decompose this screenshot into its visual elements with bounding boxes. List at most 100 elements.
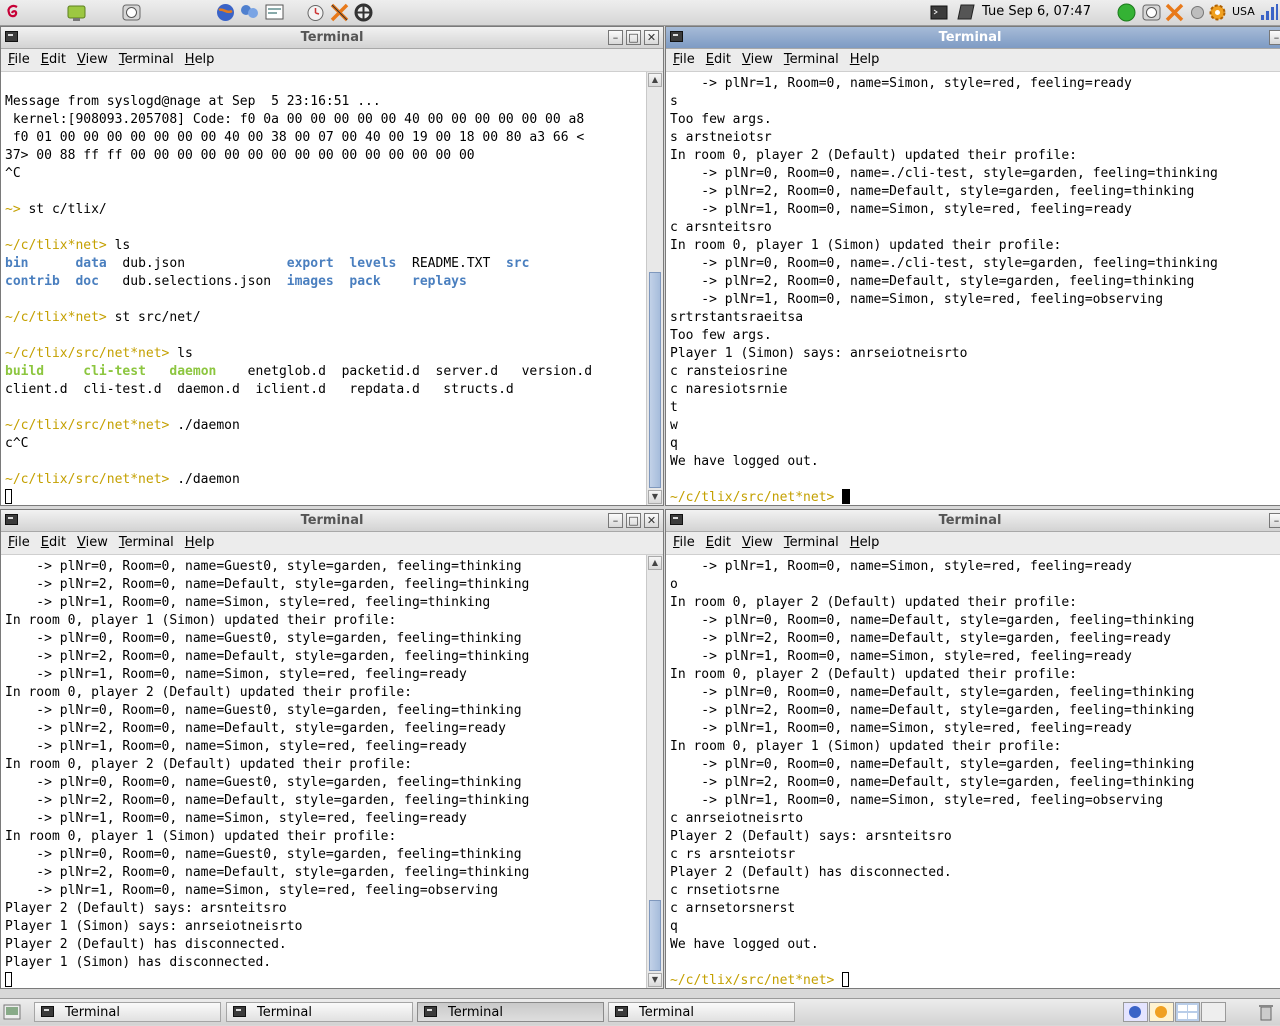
scroll-thumb[interactable] xyxy=(649,272,661,488)
settings-icon[interactable] xyxy=(1207,2,1228,23)
close-button[interactable]: ✕ xyxy=(644,513,659,528)
fan-icon[interactable] xyxy=(353,2,374,23)
scroll-down-arrow[interactable]: ▼ xyxy=(648,973,662,987)
terminal-line: o xyxy=(670,576,1280,594)
text-segment: -> plNr=2, Room=0, name=Default, style=g… xyxy=(670,631,1171,646)
menu-help[interactable]: Help xyxy=(850,52,880,67)
minimize-button[interactable]: – xyxy=(1269,513,1280,528)
terminal-line: In room 0, player 2 (Default) updated th… xyxy=(670,666,1280,684)
terminal-line: -> plNr=2, Room=0, name=Default, style=g… xyxy=(5,648,643,666)
directory-name: doc xyxy=(75,274,99,289)
terminal-line: Player 2 (Default) has disconnected. xyxy=(670,864,1280,882)
menu-terminal[interactable]: Terminal xyxy=(784,535,839,550)
workspace-4[interactable] xyxy=(1201,1002,1226,1022)
terminal-output[interactable]: -> plNr=1, Room=0, name=Simon, style=red… xyxy=(670,75,1280,505)
shell-prompt: ~/c/tlix/src/net*net> xyxy=(670,490,843,505)
title-bar[interactable]: Terminal – □ ✕ xyxy=(1,27,663,49)
scroll-up-arrow[interactable]: ▲ xyxy=(648,556,662,570)
menu-edit[interactable]: Edit xyxy=(41,52,66,67)
workspace-3[interactable] xyxy=(1175,1002,1200,1022)
menu-edit[interactable]: Edit xyxy=(41,535,66,550)
title-bar[interactable]: Terminal – xyxy=(666,510,1280,532)
terminal-line: -> plNr=2, Room=0, name=Default, style=g… xyxy=(5,720,643,738)
terminal-line: -> plNr=2, Room=0, name=Default, style=g… xyxy=(5,864,643,882)
scroll-down-arrow[interactable]: ▼ xyxy=(648,490,662,504)
clock[interactable]: Tue Sep 6, 07:47 xyxy=(982,4,1091,19)
tools-tray-icon[interactable] xyxy=(1164,2,1185,23)
workspace-2[interactable] xyxy=(1149,1002,1174,1022)
menu-terminal[interactable]: Terminal xyxy=(119,52,174,67)
title-bar[interactable]: Terminal – □ ✕ xyxy=(1,510,663,532)
taskbar-button-terminal[interactable]: Terminal xyxy=(608,1002,795,1022)
maximize-button[interactable]: □ xyxy=(626,30,641,45)
menu-terminal[interactable]: Terminal xyxy=(119,535,174,550)
terminal-output[interactable]: Message from syslogd@nage at Sep 5 23:16… xyxy=(5,75,643,505)
status-green-icon[interactable] xyxy=(1116,2,1137,23)
text-segment xyxy=(334,256,350,271)
terminal-line: Player 1 (Simon) says: anrseiotneisrto xyxy=(5,918,643,936)
menu-file[interactable]: File xyxy=(673,52,695,67)
scroll-up-arrow[interactable]: ▲ xyxy=(648,73,662,87)
top-panel: Tue Sep 6, 07:47 USA xyxy=(0,0,1280,26)
menu-file[interactable]: File xyxy=(8,535,30,550)
scrollbar[interactable]: ▲ ▼ xyxy=(646,555,663,988)
trash-icon[interactable] xyxy=(1256,1002,1276,1022)
terminal-window-bottom-right[interactable]: Terminal – File Edit View Terminal Help -> p… xyxy=(665,509,1280,989)
menu-help[interactable]: Help xyxy=(185,52,215,67)
text-segment: -> plNr=2, Room=0, name=Default, style=g… xyxy=(5,577,530,592)
monitor-icon[interactable] xyxy=(66,2,87,23)
taskbar-button-terminal[interactable]: Terminal xyxy=(34,1002,221,1022)
tools-icon[interactable] xyxy=(329,2,350,23)
hardware-tray-icon[interactable] xyxy=(1141,2,1162,23)
terminal-tray-icon[interactable] xyxy=(929,2,950,23)
maximize-button[interactable]: □ xyxy=(626,513,641,528)
text-segment: c anrseiotneisrto xyxy=(670,811,804,826)
web-browser-icon[interactable] xyxy=(215,2,236,23)
terminal-line: 37> 00 88 ff ff 00 00 00 00 00 00 00 00 … xyxy=(5,147,643,165)
terminal-output[interactable]: -> plNr=1, Room=0, name=Simon, style=red… xyxy=(670,558,1280,988)
minimize-button[interactable]: – xyxy=(1269,30,1280,45)
bulb-icon[interactable] xyxy=(1187,2,1208,23)
scroll-thumb[interactable] xyxy=(649,900,661,971)
menu-file[interactable]: File xyxy=(673,535,695,550)
title-bar[interactable]: Terminal – xyxy=(666,27,1280,49)
workspace-1[interactable] xyxy=(1123,1002,1148,1022)
taskbar-button-terminal[interactable]: Terminal xyxy=(417,1002,604,1022)
terminal-line: -> plNr=0, Room=0, name=Default, style=g… xyxy=(670,684,1280,702)
menu-file[interactable]: File xyxy=(8,52,30,67)
minimize-button[interactable]: – xyxy=(608,30,623,45)
chat-icon[interactable] xyxy=(239,2,260,23)
text-cursor xyxy=(842,489,851,504)
menu-view[interactable]: View xyxy=(77,535,108,550)
menu-edit[interactable]: Edit xyxy=(706,52,731,67)
text-segment: -> plNr=2, Room=0, name=Default, style=g… xyxy=(5,721,506,736)
show-desktop-icon[interactable] xyxy=(2,1002,22,1022)
scrollbar[interactable]: ▲ ▼ xyxy=(646,72,663,505)
terminal-line: -> plNr=1, Room=0, name=Simon, style=red… xyxy=(670,720,1280,738)
menu-terminal[interactable]: Terminal xyxy=(784,52,839,67)
terminal-window-bottom-left[interactable]: Terminal – □ ✕ File Edit View Terminal Help … xyxy=(0,509,664,989)
screenshot-icon[interactable] xyxy=(264,2,285,23)
terminal-window-top-left[interactable]: Terminal – □ ✕ File Edit View Terminal Help … xyxy=(0,26,664,506)
terminal-output[interactable]: -> plNr=0, Room=0, name=Guest0, style=ga… xyxy=(5,558,643,988)
menu-help[interactable]: Help xyxy=(185,535,215,550)
menu-view[interactable]: View xyxy=(742,52,773,67)
menu-view[interactable]: View xyxy=(742,535,773,550)
terminal-window-top-right[interactable]: Terminal – File Edit View Terminal Help -> p… xyxy=(665,26,1280,506)
taskbar-button-terminal[interactable]: Terminal xyxy=(226,1002,413,1022)
notes-icon[interactable] xyxy=(955,2,976,23)
text-segment: In room 0, player 1 (Simon) updated thei… xyxy=(5,829,397,844)
menu-view[interactable]: View xyxy=(77,52,108,67)
timer-icon[interactable] xyxy=(305,2,326,23)
keyboard-layout[interactable]: USA xyxy=(1232,5,1255,18)
shell-prompt: ~/c/tlix/src/net*net> xyxy=(670,973,843,988)
hardware-icon[interactable] xyxy=(121,2,142,23)
menu-help[interactable]: Help xyxy=(850,535,880,550)
close-button[interactable]: ✕ xyxy=(644,30,659,45)
minimize-button[interactable]: – xyxy=(608,513,623,528)
menu-edit[interactable]: Edit xyxy=(706,535,731,550)
debian-menu-icon[interactable] xyxy=(3,2,24,23)
terminal-line: ~/c/tlix*net> st src/net/ xyxy=(5,309,643,327)
text-segment: -> plNr=1, Room=0, name=Simon, style=red… xyxy=(5,595,491,610)
signal-icon[interactable] xyxy=(1258,2,1279,23)
